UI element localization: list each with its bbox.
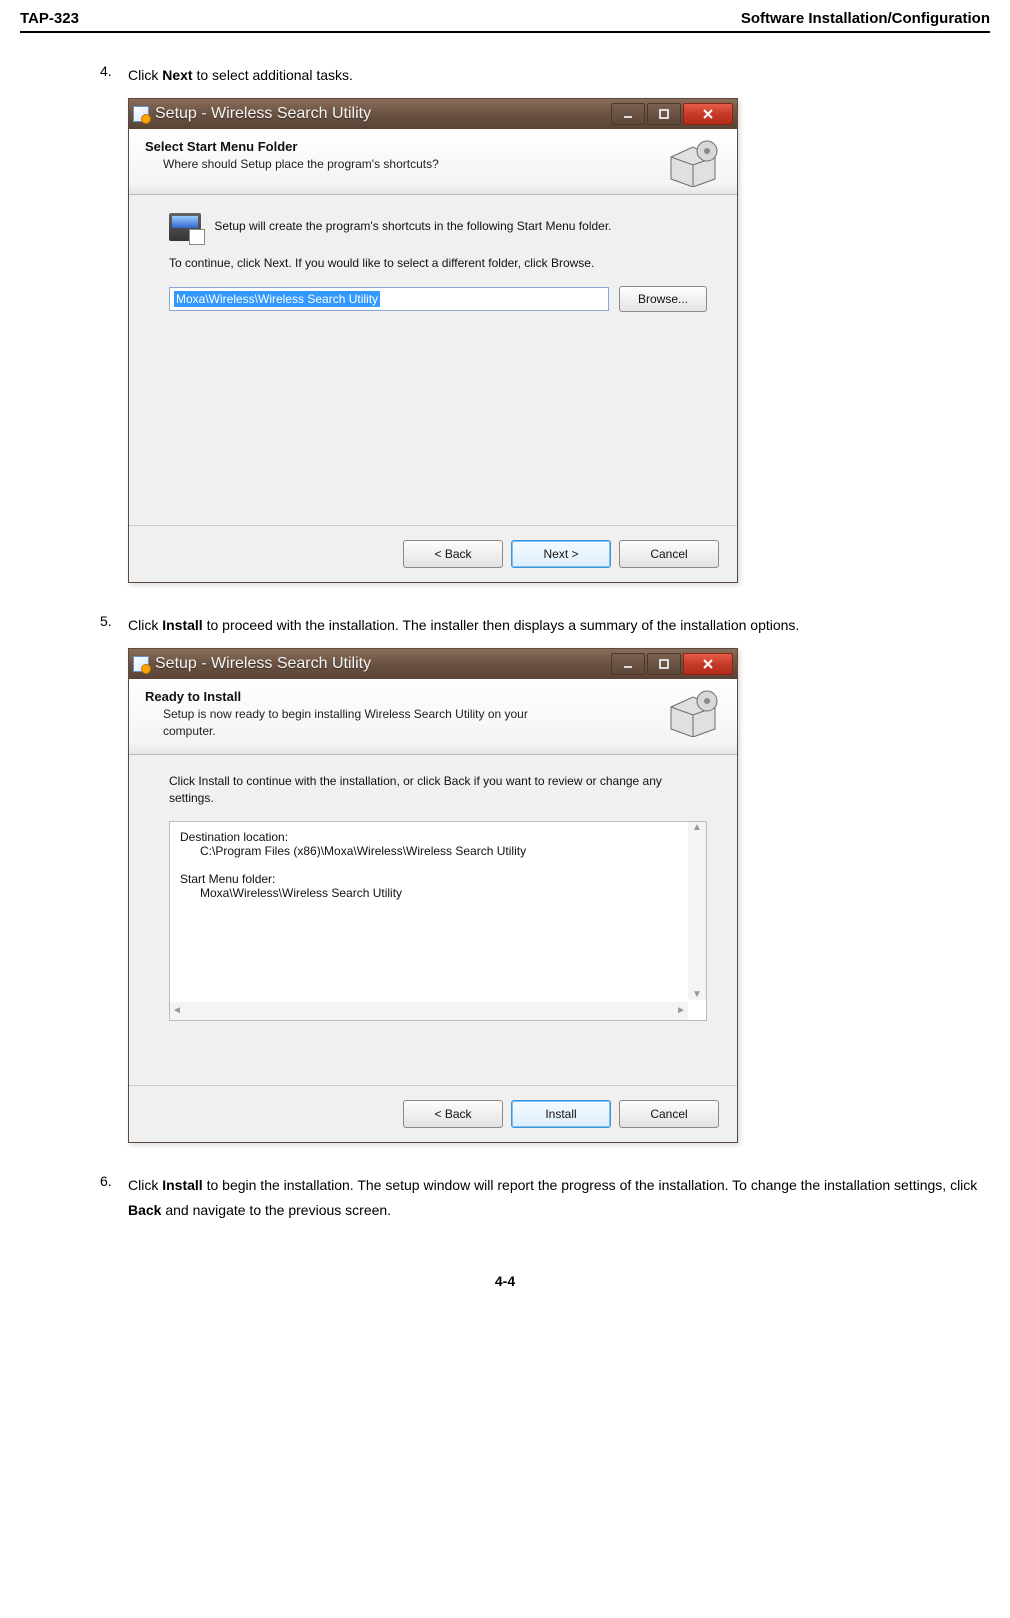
doc-header-left: TAP-323 [20,10,79,27]
minimize-button[interactable] [611,103,645,125]
step-number: 5. [100,613,128,638]
body-text-1: Click Install to continue with the insta… [169,773,707,807]
scroll-down-icon: ▼ [692,989,702,1000]
installer-window-1: Setup - Wireless Search Utility Select S… [128,98,738,583]
maximize-button[interactable] [647,103,681,125]
installer-icon [133,106,149,122]
cancel-button[interactable]: Cancel [619,540,719,568]
back-button[interactable]: < Back [403,1100,503,1128]
close-button[interactable] [683,653,733,675]
back-button[interactable]: < Back [403,540,503,568]
horizontal-scrollbar[interactable]: ◄ ► [170,1002,688,1020]
start-menu-path-input[interactable]: Moxa\Wireless\Wireless Search Utility [169,287,609,311]
box-icon [663,137,723,187]
wizard-heading: Ready to Install [145,689,721,704]
page-number: 4-4 [20,1273,990,1289]
header-divider [20,31,990,33]
step-number: 4. [100,63,128,88]
summary-text: Destination location: C:\Program Files (… [180,830,696,900]
next-button[interactable]: Next > [511,540,611,568]
step-5-text: Click Install to proceed with the instal… [128,613,990,638]
summary-box: Destination location: C:\Program Files (… [169,821,707,1021]
vertical-scrollbar[interactable]: ▲ ▼ [688,822,706,1000]
browse-button[interactable]: Browse... [619,286,707,312]
box-icon [663,687,723,737]
wizard-heading: Select Start Menu Folder [145,139,721,154]
doc-header-right: Software Installation/Configuration [741,10,990,27]
body-text-1: Setup will create the program's shortcut… [169,213,707,241]
installer-icon [133,656,149,672]
body-text-2: To continue, click Next. If you would li… [169,255,707,272]
wizard-subheading: Where should Setup place the program's s… [163,156,563,173]
window-title: Setup - Wireless Search Utility [155,655,371,673]
scroll-right-icon: ► [676,1005,686,1016]
minimize-button[interactable] [611,653,645,675]
scroll-up-icon: ▲ [692,822,702,833]
titlebar: Setup - Wireless Search Utility [129,99,737,129]
titlebar: Setup - Wireless Search Utility [129,649,737,679]
scroll-left-icon: ◄ [172,1005,182,1016]
close-button[interactable] [683,103,733,125]
cancel-button[interactable]: Cancel [619,1100,719,1128]
maximize-button[interactable] [647,653,681,675]
installer-window-2: Setup - Wireless Search Utility Ready to… [128,648,738,1143]
window-title: Setup - Wireless Search Utility [155,105,371,123]
wizard-subheading: Setup is now ready to begin installing W… [163,706,563,740]
step-4-text: Click Next to select additional tasks. [128,63,990,88]
step-number: 6. [100,1173,128,1223]
folder-icon [169,213,201,241]
step-6-text: Click Install to begin the installation.… [128,1173,990,1223]
install-button[interactable]: Install [511,1100,611,1128]
